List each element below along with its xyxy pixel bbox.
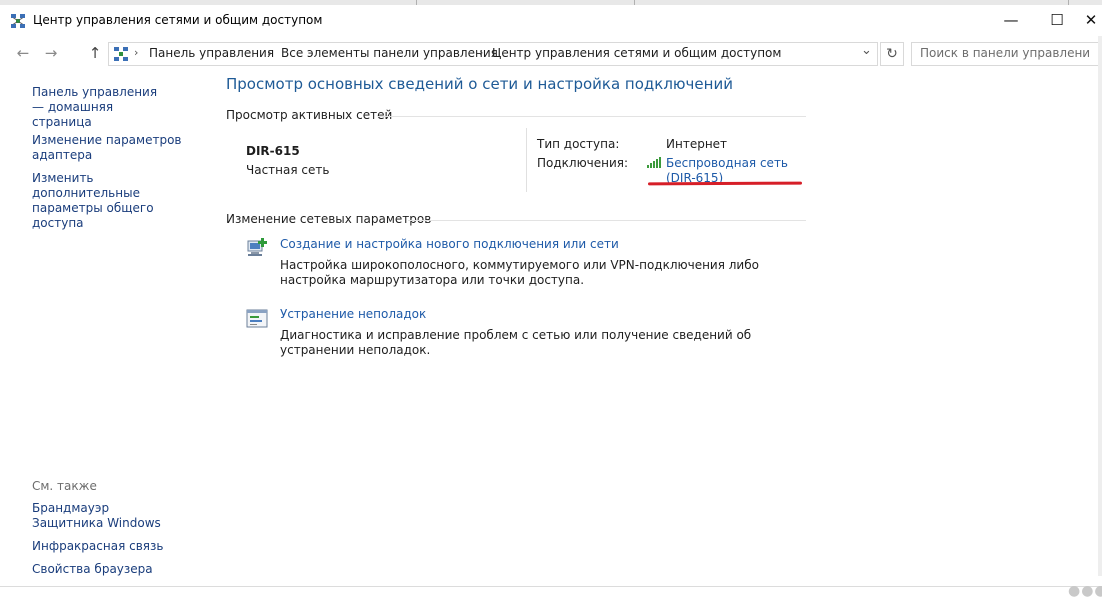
network-center-icon <box>10 13 26 29</box>
window-bottom-edge <box>0 586 1102 601</box>
breadcrumb-separator[interactable]: › <box>267 46 271 59</box>
active-networks-heading: Просмотр активных сетей <box>226 108 393 122</box>
access-type-label: Тип доступа: <box>537 137 620 151</box>
see-also-firewall[interactable]: Брандмауэр Защитника Windows <box>32 501 172 531</box>
connections-label: Подключения: <box>537 156 629 170</box>
task-troubleshoot-link[interactable]: Устранение неполадок <box>280 307 426 321</box>
sidebar-item-adapter-settings[interactable]: Изменение параметров адаптера <box>32 133 182 163</box>
troubleshoot-icon <box>245 307 269 331</box>
minimize-button[interactable]: — <box>988 5 1034 35</box>
network-type[interactable]: Частная сеть <box>246 163 329 177</box>
maximize-button[interactable]: ☐ <box>1034 5 1080 35</box>
sidebar-item-home[interactable]: Панель управления — домашняя страница <box>32 85 172 130</box>
breadcrumb-network-center[interactable]: Центр управления сетями и общим доступом <box>492 46 781 60</box>
access-type-value: Интернет <box>666 137 728 151</box>
divider <box>526 128 527 192</box>
close-button[interactable]: ✕ <box>1080 5 1102 35</box>
breadcrumb-control-panel[interactable]: Панель управления <box>149 46 274 60</box>
task-new-connection-description: Настройка широкополосного, коммутируемог… <box>280 258 759 287</box>
divider <box>378 116 806 117</box>
address-bar[interactable]: › Панель управления › Все элементы панел… <box>108 42 878 66</box>
watermark-dots: ●●● <box>1068 583 1102 599</box>
network-center-icon <box>113 46 129 62</box>
search-input[interactable] <box>920 43 1090 63</box>
window-right-edge <box>1098 36 1102 576</box>
connection-name[interactable]: Беспроводная сеть <box>666 156 788 171</box>
page-title: Просмотр основных сведений о сети и наст… <box>226 75 733 93</box>
network-name: DIR-615 <box>246 144 300 158</box>
refresh-button[interactable]: ↻ <box>880 42 904 66</box>
breadcrumb-all-items[interactable]: Все элементы панели управления <box>281 46 498 60</box>
forward-button[interactable]: → <box>40 42 62 64</box>
see-also-browser-properties[interactable]: Свойства браузера <box>32 562 202 577</box>
window-title: Центр управления сетями и общим доступом <box>33 13 323 27</box>
change-settings-heading: Изменение сетевых параметров <box>226 212 432 226</box>
title-bar[interactable]: Центр управления сетями и общим доступом… <box>0 5 1102 36</box>
up-button[interactable]: ↑ <box>84 42 106 64</box>
divider <box>408 220 806 221</box>
task-troubleshoot-description: Диагностика и исправление проблем с сеть… <box>280 328 752 357</box>
task-new-connection-link[interactable]: Создание и настройка нового подключения … <box>280 237 619 251</box>
breadcrumb-separator[interactable]: › <box>479 46 483 59</box>
search-box[interactable] <box>911 42 1102 66</box>
refresh-icon: ↻ <box>886 46 898 62</box>
address-dropdown-button[interactable]: ⌄ <box>861 43 872 58</box>
breadcrumb-separator: › <box>134 46 139 59</box>
window: Центр управления сетями и общим доступом… <box>0 0 1102 601</box>
see-also-infrared[interactable]: Инфракрасная связь <box>32 539 202 554</box>
back-button[interactable]: ← <box>12 42 34 64</box>
new-connection-icon <box>245 237 269 261</box>
see-also-heading: См. также <box>32 479 97 493</box>
wifi-signal-icon <box>647 156 663 168</box>
sidebar-item-sharing-settings[interactable]: Изменить дополнительные параметры общего… <box>32 171 202 231</box>
